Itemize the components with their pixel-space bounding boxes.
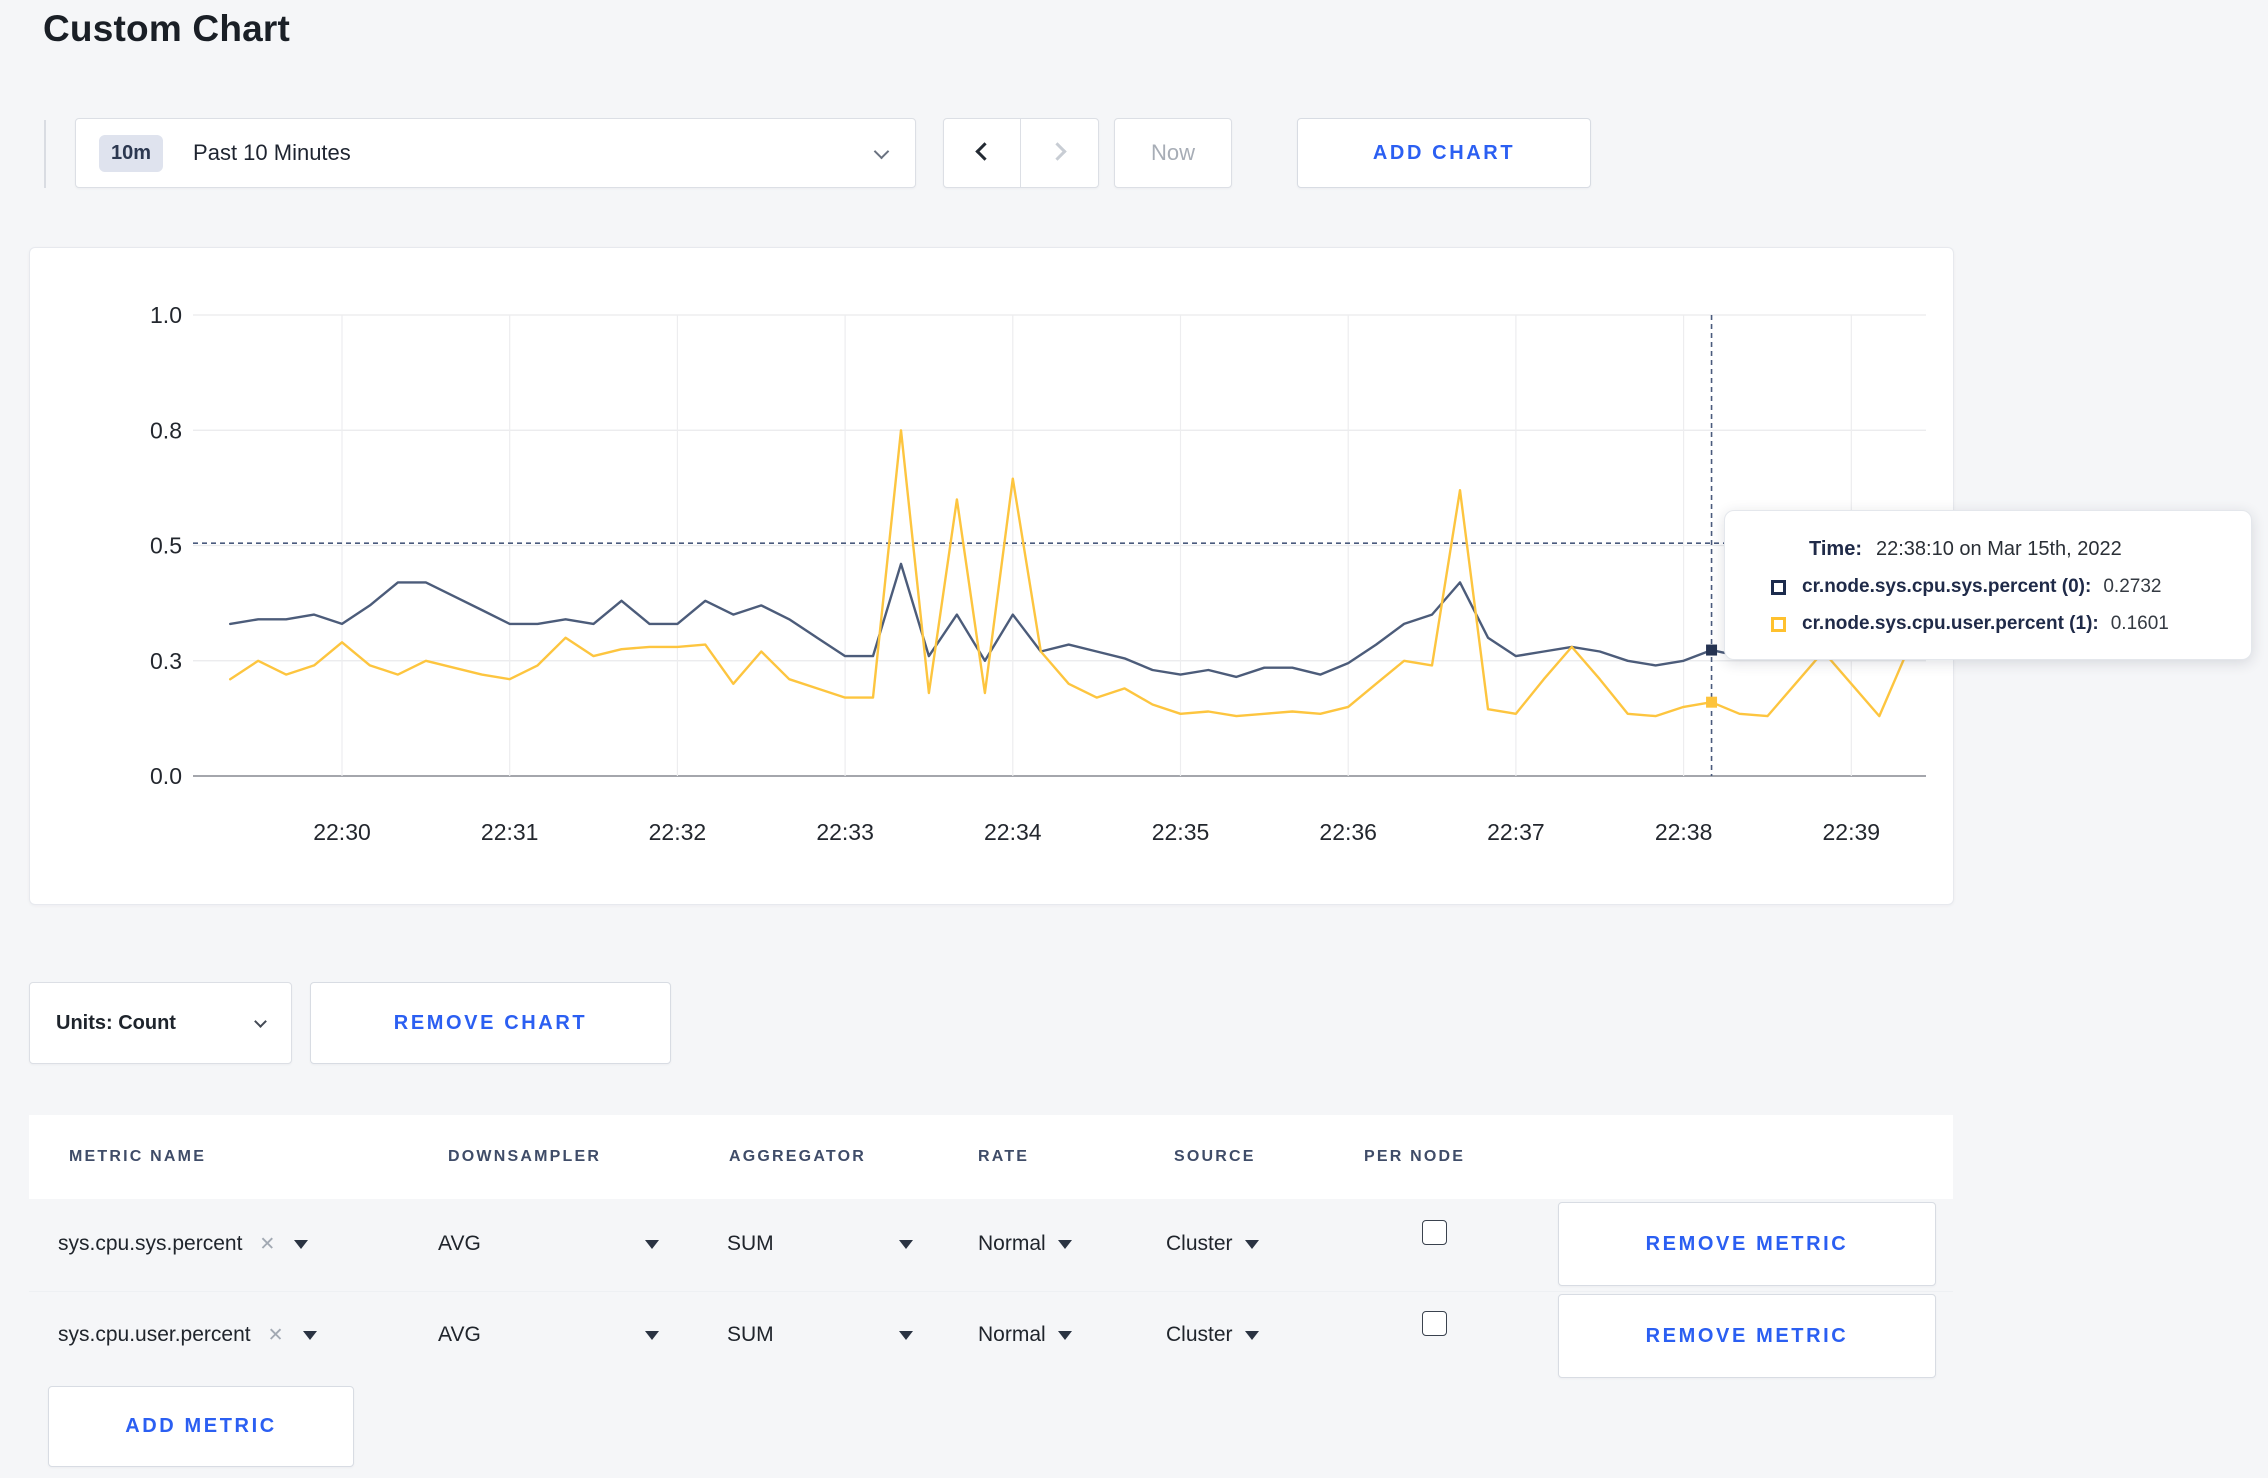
triangle-down-icon — [302, 1330, 317, 1340]
svg-text:22:36: 22:36 — [1319, 819, 1377, 845]
tooltip-series-label: cr.node.sys.cpu.sys.percent (0): — [1802, 576, 2092, 597]
aggregator-value: SUM — [727, 1323, 774, 1346]
rate-value: Normal — [978, 1323, 1046, 1346]
custom-chart-page: Custom Chart 10m Past 10 Minutes Now ADD… — [0, 0, 2268, 1478]
chart-tooltip: Time: 22:38:10 on Mar 15th, 2022 cr.node… — [1724, 510, 2252, 660]
svg-text:0.8: 0.8 — [150, 417, 182, 443]
chevron-left-icon — [974, 141, 994, 161]
chevron-down-icon — [873, 143, 890, 159]
downsampler-value: AVG — [438, 1323, 481, 1346]
tooltip-series-value: 0.2732 — [2103, 576, 2162, 597]
metric-name-select[interactable]: sys.cpu.user.percent ✕ — [58, 1305, 317, 1365]
per-node-checkbox[interactable] — [1422, 1219, 1447, 1245]
aggregator-select[interactable]: SUM — [727, 1305, 913, 1365]
tooltip-series-row: cr.node.sys.cpu.user.percent (1): 0.1601 — [1771, 613, 2221, 635]
units-dropdown[interactable]: Units: Count — [29, 982, 292, 1064]
header-per-node: PER NODE — [1364, 1148, 1466, 1165]
next-timewindow-button[interactable] — [1021, 119, 1098, 187]
tooltip-time-label: Time: — [1809, 538, 1862, 560]
per-node-cell — [1422, 1293, 1447, 1353]
aggregator-select[interactable]: SUM — [727, 1214, 913, 1274]
clear-metric-icon[interactable]: ✕ — [268, 1324, 284, 1347]
series-swatch-icon — [1771, 616, 1786, 632]
svg-text:22:33: 22:33 — [816, 819, 874, 845]
triangle-down-icon — [645, 1239, 659, 1249]
remove-metric-button[interactable]: REMOVE METRIC — [1558, 1202, 1936, 1286]
triangle-down-icon — [1057, 1239, 1072, 1249]
triangle-down-icon — [1244, 1330, 1259, 1340]
svg-text:22:31: 22:31 — [481, 819, 539, 845]
tooltip-series-row: cr.node.sys.cpu.sys.percent (0): 0.2732 — [1771, 576, 2221, 598]
svg-text:22:39: 22:39 — [1823, 819, 1881, 845]
per-node-cell — [1422, 1202, 1447, 1262]
series-swatch-icon — [1771, 579, 1786, 595]
svg-text:22:32: 22:32 — [649, 819, 707, 845]
timescale-badge: 10m — [99, 134, 164, 172]
aggregator-value: SUM — [727, 1232, 774, 1255]
metric-name-select[interactable]: sys.cpu.sys.percent ✕ — [58, 1214, 309, 1274]
row-separator — [29, 1291, 1953, 1292]
downsampler-value: AVG — [438, 1232, 481, 1255]
triangle-down-icon — [645, 1330, 659, 1340]
header-metric-name: METRIC NAME — [69, 1148, 207, 1165]
remove-metric-button[interactable]: REMOVE METRIC — [1558, 1294, 1936, 1378]
header-source: SOURCE — [1174, 1148, 1256, 1165]
metric-name-label: sys.cpu.user.percent — [58, 1323, 251, 1346]
triangle-down-icon — [294, 1239, 309, 1249]
header-rate: RATE — [978, 1148, 1030, 1165]
rate-select[interactable]: Normal — [978, 1214, 1072, 1274]
rate-select[interactable]: Normal — [978, 1305, 1072, 1365]
chart-card: 0.0 0.3 0.5 0.8 1.0 22:30 22:31 22:32 22:33 22:34… — [29, 247, 1954, 905]
toolbar-divider — [44, 120, 46, 188]
add-chart-button[interactable]: ADD CHART — [1297, 118, 1591, 188]
header-aggregator: AGGREGATOR — [729, 1148, 866, 1165]
prev-timewindow-button[interactable] — [944, 119, 1021, 187]
triangle-down-icon — [1244, 1239, 1259, 1249]
svg-text:22:34: 22:34 — [984, 819, 1042, 845]
chevron-down-icon — [254, 1014, 267, 1028]
chevron-right-icon — [1048, 141, 1067, 161]
timescale-dropdown[interactable]: 10m Past 10 Minutes — [75, 118, 916, 188]
rate-value: Normal — [978, 1232, 1046, 1255]
svg-text:1.0: 1.0 — [150, 302, 182, 328]
downsampler-select[interactable]: AVG — [438, 1305, 659, 1365]
metric-name-label: sys.cpu.sys.percent — [58, 1232, 243, 1255]
svg-text:22:37: 22:37 — [1487, 819, 1545, 845]
svg-text:0.3: 0.3 — [150, 648, 182, 674]
header-downsampler: DOWNSAMPLER — [448, 1148, 602, 1165]
page-title: Custom Chart — [43, 8, 291, 49]
svg-text:22:38: 22:38 — [1655, 819, 1713, 845]
units-label: Units: Count — [56, 1011, 176, 1034]
svg-text:0.0: 0.0 — [150, 763, 182, 789]
svg-text:22:35: 22:35 — [1152, 819, 1210, 845]
per-node-checkbox[interactable] — [1422, 1310, 1447, 1336]
metrics-table-header: METRIC NAME DOWNSAMPLER AGGREGATOR RATE … — [29, 1115, 1953, 1199]
tooltip-series-label: cr.node.sys.cpu.user.percent (1): — [1802, 613, 2099, 634]
triangle-down-icon — [899, 1330, 913, 1340]
clear-metric-icon[interactable]: ✕ — [259, 1233, 275, 1256]
chart-svg[interactable]: 0.0 0.3 0.5 0.8 1.0 22:30 22:31 22:32 22:33 22:34… — [30, 248, 1955, 906]
tooltip-time-row: Time: 22:38:10 on Mar 15th, 2022 — [1771, 538, 2221, 561]
downsampler-select[interactable]: AVG — [438, 1214, 659, 1274]
svg-text:22:30: 22:30 — [313, 819, 371, 845]
triangle-down-icon — [1057, 1330, 1072, 1340]
source-select[interactable]: Cluster — [1166, 1214, 1259, 1274]
tooltip-series-value: 0.1601 — [2110, 613, 2169, 634]
triangle-down-icon — [899, 1239, 913, 1249]
timescale-label: Past 10 Minutes — [193, 140, 351, 165]
source-select[interactable]: Cluster — [1166, 1305, 1259, 1365]
source-value: Cluster — [1166, 1232, 1233, 1255]
time-window-nav — [943, 118, 1099, 188]
now-button[interactable]: Now — [1114, 118, 1232, 188]
add-metric-button[interactable]: ADD METRIC — [48, 1386, 354, 1467]
source-value: Cluster — [1166, 1323, 1233, 1346]
tooltip-time-value: 22:38:10 on Mar 15th, 2022 — [1875, 538, 2122, 560]
svg-text:0.5: 0.5 — [150, 533, 182, 559]
remove-chart-button[interactable]: REMOVE CHART — [310, 982, 671, 1064]
